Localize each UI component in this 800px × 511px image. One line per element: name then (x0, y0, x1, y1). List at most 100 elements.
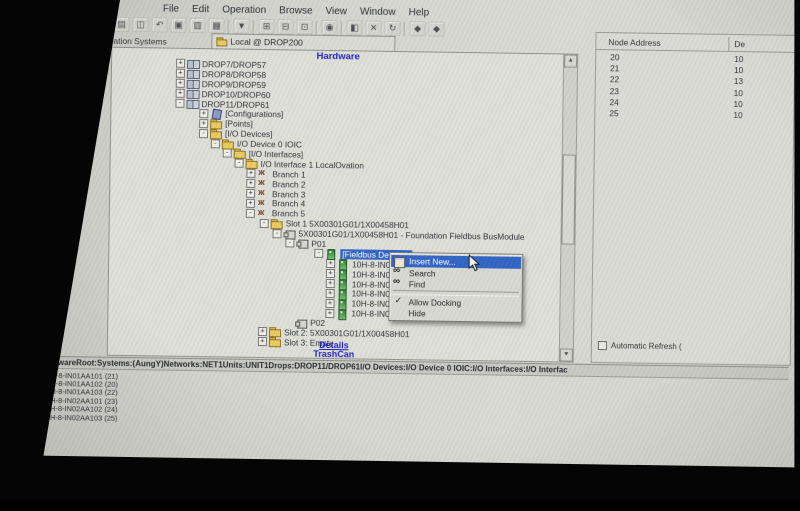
tree-item-icon (336, 299, 348, 308)
tree-expander[interactable]: + (246, 199, 255, 208)
scroll-up-icon[interactable]: ▲ (564, 54, 577, 67)
toolbar-separator[interactable] (341, 21, 344, 35)
tree-expander[interactable]: - (246, 209, 255, 218)
tree-expander[interactable]: - (199, 129, 208, 138)
delete-icon[interactable]: ✕ (366, 21, 382, 36)
copy-drop-icon[interactable]: ⊡ (297, 20, 313, 35)
tree-item-label[interactable]: [Points] (225, 119, 253, 129)
tree-item-icon (336, 309, 348, 318)
tree-expander[interactable]: - (272, 229, 281, 238)
menu-edit[interactable]: Edit (192, 4, 209, 15)
cut-icon[interactable]: ▣ (171, 18, 187, 33)
device-cell: 13 (734, 76, 743, 87)
tree-expander[interactable]: - (175, 99, 184, 108)
toolbar-separator[interactable] (316, 20, 319, 34)
toolbar-separator[interactable] (404, 22, 407, 36)
print-preview-icon[interactable]: ◫ (133, 17, 149, 32)
tree-expander[interactable]: - (223, 149, 232, 158)
tree-expander[interactable]: + (176, 89, 185, 98)
menu-operation[interactable]: Operation (222, 4, 266, 16)
tree-expander[interactable]: + (325, 309, 334, 318)
menu-item-find[interactable]: Find (391, 278, 521, 291)
device-cell: 10 (733, 99, 742, 110)
toolbar-separator[interactable] (253, 19, 256, 33)
device-cell: 10 (734, 65, 743, 76)
menu-item-icon (392, 308, 404, 317)
menu-browse[interactable]: Browse (279, 5, 313, 16)
tree-item-icon (283, 229, 295, 238)
menu-item-label: Search (409, 268, 436, 278)
column-node-address[interactable]: Node Address (608, 37, 660, 48)
menu-item-label: Hide (408, 308, 425, 318)
tree-expander[interactable]: + (326, 279, 335, 288)
insert-form-icon[interactable]: ◧ (347, 20, 363, 35)
tree-item-label[interactable]: P02 (310, 318, 325, 328)
tree-scrollbar[interactable]: ▲ ▼ (559, 53, 579, 362)
tree-item-icon (187, 69, 199, 78)
scrollbar-thumb[interactable] (561, 154, 575, 244)
refresh-icon[interactable]: ↻ (385, 21, 401, 36)
device-cell: 10 (734, 88, 743, 99)
tree-expander[interactable]: - (285, 239, 294, 248)
paste-icon[interactable]: ▦ (209, 18, 225, 33)
menu-bar: File Edit Operation Browse View Window Help (163, 4, 429, 19)
tree-expander[interactable]: + (199, 109, 208, 118)
download-icon[interactable]: ◆ (410, 21, 426, 36)
filter-icon[interactable]: ▼ (234, 19, 250, 34)
tree-item-label[interactable]: Branch 2 (272, 179, 305, 189)
tree-item-label[interactable]: Branch 5 (272, 208, 305, 218)
menu-file[interactable]: File (163, 4, 179, 15)
scroll-down-icon[interactable]: ▼ (560, 348, 573, 361)
tree-expander[interactable]: + (176, 69, 185, 78)
tree-item-label[interactable]: [I/O Devices] (225, 129, 273, 140)
expand-all-icon[interactable]: ⊞ (259, 19, 275, 34)
column-device[interactable]: De (734, 39, 745, 49)
tree-item-label[interactable]: I/O Device 0 IOIC (237, 139, 302, 150)
tree-item-label[interactable]: Branch 4 (272, 199, 305, 209)
node-address-cell: 25 (595, 108, 733, 121)
tree-expander[interactable]: + (326, 269, 335, 278)
tree-item-icon (271, 219, 283, 228)
menu-view[interactable]: View (325, 6, 347, 17)
tree-item-label[interactable]: Branch 3 (272, 189, 305, 199)
auto-refresh-label: Automatic Refresh ( (611, 341, 682, 351)
collapse-all-icon[interactable]: ⊟ (278, 19, 294, 34)
tree-item-label[interactable]: Branch 1 (272, 169, 305, 179)
undo-icon[interactable]: ↶ (152, 17, 168, 32)
tree-expander[interactable]: - (235, 159, 244, 168)
tree-expander[interactable]: + (326, 289, 335, 298)
menu-item-hide[interactable]: Hide (390, 307, 520, 320)
menu-item-label: Allow Docking (408, 297, 461, 308)
tree-expander[interactable]: - (211, 139, 220, 148)
tree-expander[interactable]: + (176, 79, 185, 88)
table-row[interactable]: 25 10 (595, 108, 793, 122)
tree-expander[interactable]: - (260, 219, 269, 228)
snapshot-icon[interactable]: ◉ (322, 20, 338, 35)
tree-expander[interactable]: + (325, 299, 334, 308)
menu-window[interactable]: Window (360, 6, 396, 18)
copy-icon[interactable]: ▥ (190, 18, 206, 33)
auto-refresh-checkbox[interactable] (598, 341, 607, 350)
tree-item-label[interactable]: [I/O Interfaces] (249, 149, 304, 160)
menu-help[interactable]: Help (408, 7, 429, 18)
tree-expander[interactable]: + (246, 169, 255, 178)
tree-expander[interactable]: + (199, 119, 208, 128)
tree-item-icon (187, 89, 199, 98)
tab-partial-systems[interactable]: ation Systems (113, 36, 167, 47)
context-menu: Insert New... Search Find Allow Docking … (388, 252, 523, 323)
tree-item-label[interactable]: DROP11/DROP61 (201, 99, 269, 110)
tree-expander[interactable]: + (326, 259, 335, 268)
tree-item-label[interactable]: P01 (311, 239, 326, 249)
tree-expander[interactable]: + (176, 59, 185, 68)
tree-expander[interactable]: + (246, 189, 255, 198)
tree-expander[interactable]: + (258, 327, 267, 336)
menu-item-icon (393, 279, 405, 288)
tree-expander[interactable]: + (246, 179, 255, 188)
tree-item-icon (296, 239, 308, 248)
tree-item-icon (234, 149, 246, 158)
toolbar-separator[interactable] (228, 19, 231, 33)
tree-expander[interactable]: - (314, 249, 323, 258)
device-list: 10H-8-IN01AA101 (21) 10H-8-IN01AA102 (20… (24, 369, 789, 433)
load-icon[interactable]: ◆ (428, 21, 444, 36)
device-cell: 10 (734, 54, 743, 65)
